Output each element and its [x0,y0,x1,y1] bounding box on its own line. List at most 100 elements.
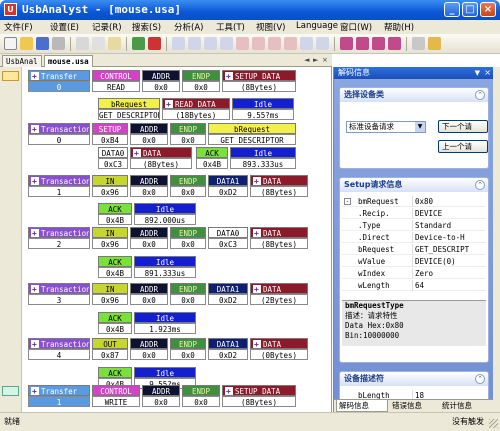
pin-icon[interactable]: ▼ [475,67,480,79]
menu-record[interactable]: 记录(R) [92,21,122,33]
mark-next-icon[interactable] [252,37,265,50]
menu-language[interactable]: Language [296,21,338,31]
field-header-cell[interactable]: + Transaction [28,123,90,134]
field-header-cell[interactable]: + Transaction [28,227,90,238]
expand-icon[interactable]: + [253,229,261,237]
next-request-button[interactable]: 下一个请 [438,120,488,133]
tab-decode-info[interactable]: 解码信息 [336,400,388,412]
print-icon[interactable] [52,37,65,50]
expand-icon[interactable]: + [253,177,261,185]
collapse-icon[interactable]: ⌃ [475,180,485,190]
property-row[interactable]: - bmRequest 0x80 [342,196,486,207]
trigger-clear-icon[interactable] [372,37,385,50]
field-header-cell[interactable]: + READ DATA [162,98,230,109]
save-icon[interactable] [36,37,49,50]
copy-icon[interactable] [92,37,105,50]
vertical-scrollbar[interactable] [493,67,500,412]
menu-analyze[interactable]: 分析(A) [174,21,203,33]
expand-icon[interactable]: + [31,177,39,185]
expand-icon[interactable]: + [31,125,39,133]
cell-text: 0 [56,83,62,92]
mark-icon[interactable] [236,37,249,50]
cut-icon[interactable] [76,37,89,50]
property-row[interactable]: wLength 64 [342,280,486,291]
menu-view[interactable]: 视图(V) [256,21,285,33]
expand-icon[interactable]: + [133,149,141,157]
property-row[interactable]: wIndex Zero [342,268,486,279]
property-row[interactable]: .Direct Device-to-H [342,232,486,243]
panel-close-icon[interactable]: × [484,67,491,79]
trigger-setup-icon[interactable] [356,37,369,50]
menu-search[interactable]: 搜索(S) [132,21,161,33]
new-icon[interactable] [4,37,17,50]
menu-settings[interactable]: 设置(E) [50,21,79,33]
property-row[interactable]: wValue DEVICE(0) [342,256,486,267]
prev-request-button[interactable]: 上一个请 [438,140,488,153]
expand-icon[interactable]: + [225,387,233,395]
doc-tab-mouse[interactable]: mouse.usa [44,55,93,67]
menu-file[interactable]: 文件(F) [4,21,33,33]
field-header-cell[interactable]: + Transfer [28,70,90,81]
property-row[interactable]: .Type Standard [342,220,486,231]
collapse-icon[interactable]: ⌃ [475,90,485,100]
zoom-icon[interactable] [300,37,313,50]
decode-icon[interactable] [316,37,329,50]
help-icon[interactable] [428,37,441,50]
tab-close-icon[interactable]: × [322,56,328,64]
menu-tools[interactable]: 工具(T) [216,21,245,33]
collapse-icon[interactable]: ⌃ [475,374,485,384]
field-header-cell[interactable]: + Transaction [28,338,90,349]
device-class-select[interactable]: 标准设备请求 ▼ [346,121,426,133]
expand-icon[interactable]: + [165,100,173,108]
tab-scroll-left-icon[interactable]: ◄ [304,56,309,64]
cell-text: 0x0 [181,351,195,360]
minimize-button[interactable]: _ [444,2,460,17]
menu-window[interactable]: 窗口(W) [340,21,372,33]
trigger-list-icon[interactable] [388,37,401,50]
field-header-cell[interactable]: + DATA [130,147,192,158]
field-header-cell[interactable]: + DATA [250,338,308,349]
field-header-cell[interactable]: + DATA [250,175,308,186]
field-header-cell[interactable]: + Transaction [28,175,90,186]
chevron-down-icon[interactable]: ▼ [415,122,425,132]
mark-prev-icon[interactable] [268,37,281,50]
find-next-icon[interactable] [204,37,217,50]
trigger-icon[interactable] [340,37,353,50]
expand-icon[interactable]: + [253,285,261,293]
field-header-cell[interactable]: + SETUP DATA [222,70,296,81]
tab-statistics[interactable]: 统计信息 [440,400,492,412]
collapse-node-icon[interactable]: - [344,198,351,205]
doc-tab-usbanal[interactable]: UsbAnal [2,55,42,67]
filter-icon[interactable] [172,37,185,50]
start-record-icon[interactable] [132,37,145,50]
tab-scroll-right-icon[interactable]: ► [313,56,318,64]
find-icon[interactable] [188,37,201,50]
field-header-cell[interactable]: + DATA [250,283,308,294]
field-header-cell: DATA0 [208,227,248,238]
stop-record-icon[interactable] [148,37,161,50]
expand-icon[interactable]: + [31,72,39,80]
expand-icon[interactable]: + [31,340,39,348]
resize-grip-icon[interactable] [489,419,498,428]
maximize-button[interactable]: □ [462,2,478,17]
goto-icon[interactable] [220,37,233,50]
expand-icon[interactable]: + [31,229,39,237]
menu-help[interactable]: 帮助(H) [384,21,414,33]
open-icon[interactable] [20,37,33,50]
field-header-cell[interactable]: + Transaction [28,283,90,294]
expand-icon[interactable]: + [253,340,261,348]
settings-icon[interactable] [412,37,425,50]
field-header-cell[interactable]: + DATA [250,227,308,238]
expand-icon[interactable]: + [31,387,39,395]
clear-marks-icon[interactable] [284,37,297,50]
expand-icon[interactable]: + [31,285,39,293]
property-row[interactable]: bRequest GET_DESCRIPT [342,244,486,255]
trace-view[interactable]: + Transfer CONTROL ADDR ENDP + SETUP DATA 0 READ… [0,67,332,412]
paste-icon[interactable] [108,37,121,50]
tab-error-info[interactable]: 错误信息 [390,400,440,412]
field-header-cell[interactable]: + Transfer [28,385,90,396]
expand-icon[interactable]: + [225,72,233,80]
field-header-cell[interactable]: + SETUP DATA [222,385,296,396]
property-row[interactable]: .Recip. DEVICE [342,208,486,219]
close-button[interactable]: × [480,2,496,17]
